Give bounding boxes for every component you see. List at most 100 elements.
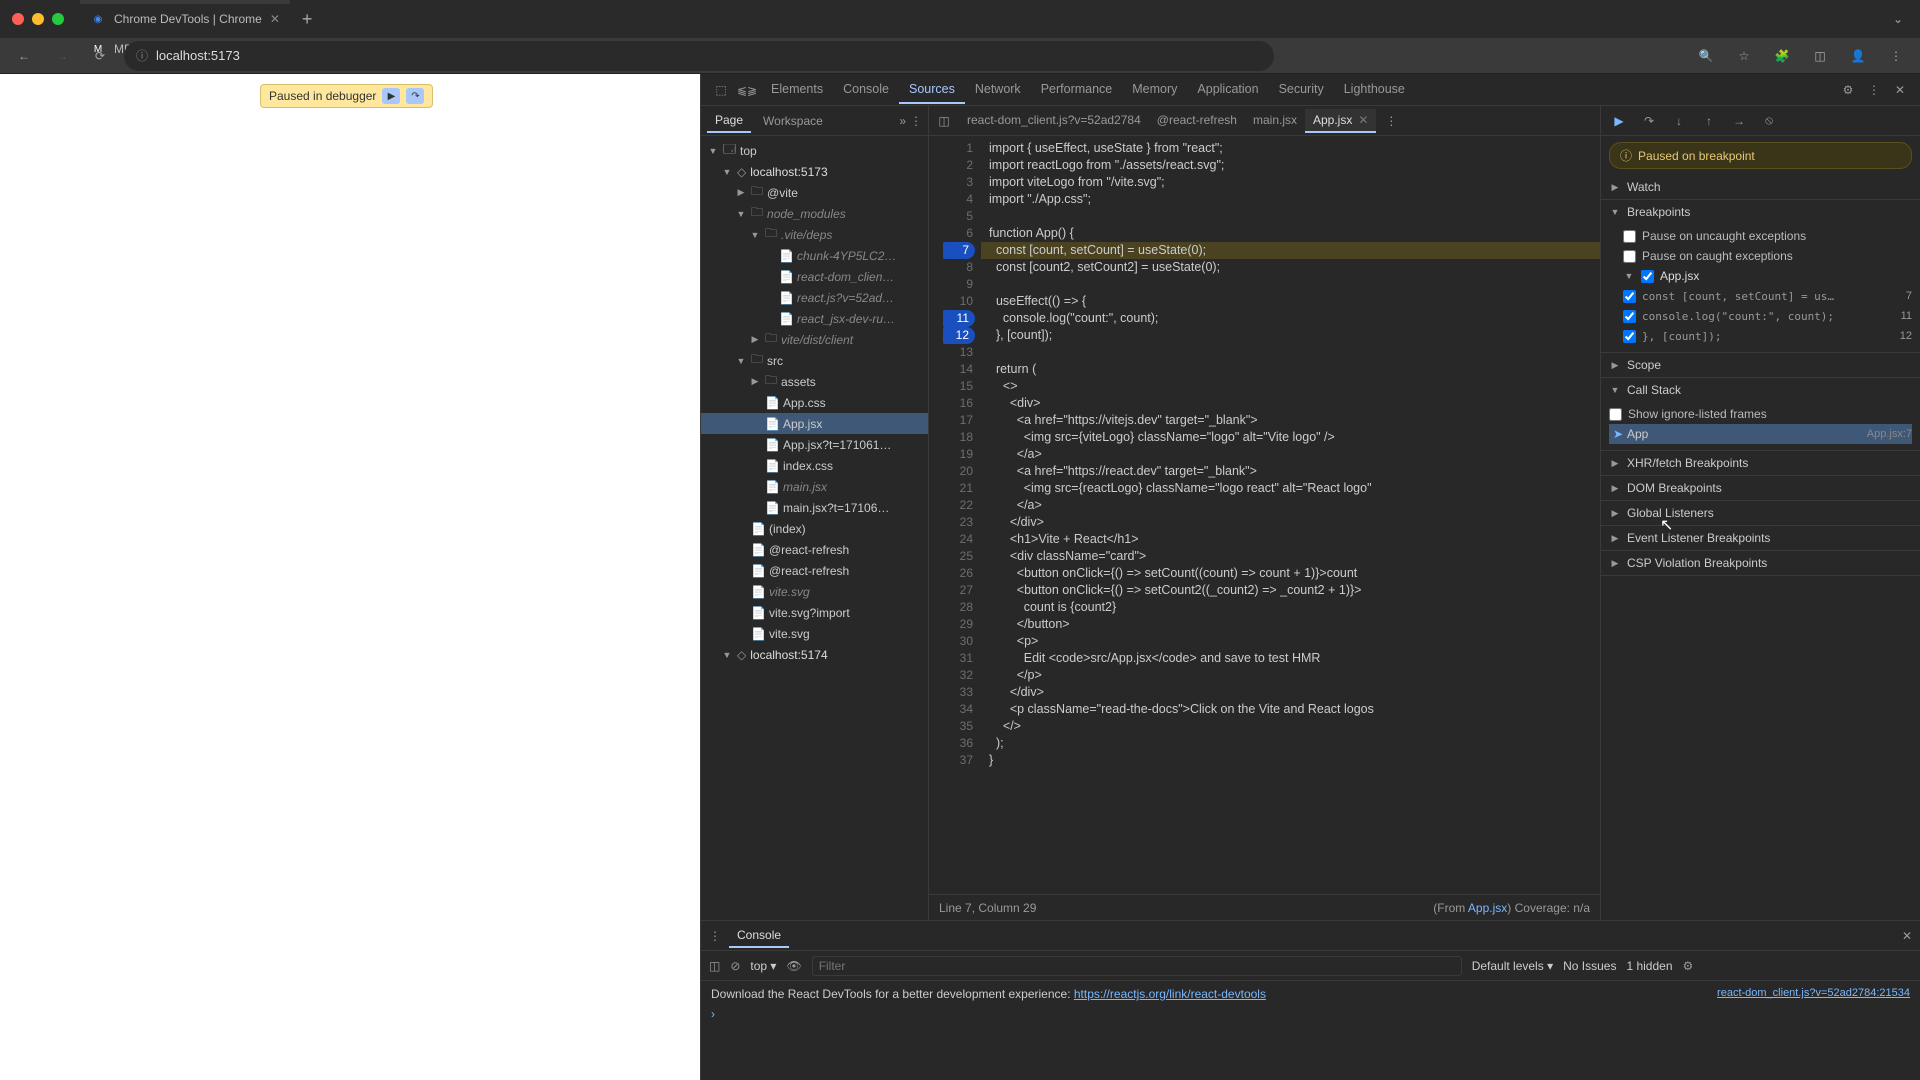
code-line[interactable]: useEffect(() => { <box>981 293 1600 310</box>
menu-icon[interactable]: ⋮ <box>1882 42 1910 70</box>
code-line[interactable]: function App() { <box>981 225 1600 242</box>
site-info-icon[interactable]: ⓘ <box>136 47 148 64</box>
dom-breakpoints-header[interactable]: ▶DOM Breakpoints <box>1601 476 1920 500</box>
address-field[interactable]: ⓘ <box>124 41 1274 71</box>
line-number[interactable]: 16 <box>929 395 973 412</box>
breakpoint-checkbox[interactable] <box>1623 290 1636 303</box>
log-levels-selector[interactable]: Default levels ▾ <box>1472 959 1553 973</box>
line-number[interactable]: 11 <box>943 310 975 327</box>
file-tree-file[interactable]: 📄@react-refresh <box>701 539 928 560</box>
file-tree-folder[interactable]: ▶🗀@vite <box>701 182 928 203</box>
file-tree-file[interactable]: 📄main.jsx?t=17106… <box>701 497 928 518</box>
code-line[interactable]: </a> <box>981 446 1600 463</box>
hidden-count[interactable]: 1 hidden <box>1626 959 1672 973</box>
toggle-navigator-icon[interactable]: ◫ <box>933 114 955 128</box>
file-tree-file[interactable]: 📄@react-refresh <box>701 560 928 581</box>
line-number[interactable]: 35 <box>929 718 973 735</box>
line-number[interactable]: 17 <box>929 412 973 429</box>
line-number[interactable]: 18 <box>929 429 973 446</box>
code-line[interactable]: Edit <code>src/App.jsx</code> and save t… <box>981 650 1600 667</box>
settings-icon[interactable]: ⚙ <box>1836 83 1860 97</box>
breakpoint-item[interactable]: const [count, setCount] = us…7 <box>1623 286 1912 306</box>
editor-more-icon[interactable]: ⋮ <box>1380 114 1402 128</box>
line-number[interactable]: 22 <box>929 497 973 514</box>
file-tree-file[interactable]: 📄App.jsx <box>701 413 928 434</box>
message-source-link[interactable]: react-dom_client.js?v=52ad2784:21534 <box>1717 987 1910 999</box>
console-prompt[interactable]: › <box>711 1007 1910 1021</box>
file-tree-file[interactable]: 📄App.jsx?t=171061… <box>701 434 928 455</box>
line-number[interactable]: 27 <box>929 582 973 599</box>
navigator-more-icon[interactable]: » <box>899 114 906 128</box>
line-number[interactable]: 34 <box>929 701 973 718</box>
code-line[interactable]: <button onClick={() => setCount2((_count… <box>981 582 1600 599</box>
step-button[interactable]: → <box>1727 114 1751 128</box>
code-line[interactable]: console.log("count:", count); <box>981 310 1600 327</box>
back-button[interactable]: ← <box>10 42 38 70</box>
code-line[interactable]: <div> <box>981 395 1600 412</box>
code-line[interactable]: }, [count]); <box>981 327 1600 344</box>
code-line[interactable]: </a> <box>981 497 1600 514</box>
line-number[interactable]: 24 <box>929 531 973 548</box>
file-tree-file[interactable]: 📄vite.svg?import <box>701 602 928 623</box>
line-number[interactable]: 5 <box>929 208 973 225</box>
line-number[interactable]: 25 <box>929 548 973 565</box>
devtools-tab-console[interactable]: Console <box>833 76 899 104</box>
code-line[interactable]: </> <box>981 718 1600 735</box>
maximize-window[interactable] <box>52 13 64 25</box>
step-over-button[interactable]: ↷ <box>1637 114 1661 128</box>
file-tree-file[interactable]: 📄vite.svg <box>701 623 928 644</box>
line-number[interactable]: 20 <box>929 463 973 480</box>
new-tab-button[interactable]: + <box>294 9 321 30</box>
extensions-icon[interactable]: 🧩 <box>1768 42 1796 70</box>
code-line[interactable]: import { useEffect, useState } from "rea… <box>981 140 1600 157</box>
code-line[interactable]: import "./App.css"; <box>981 191 1600 208</box>
editor-tab[interactable]: @react-refresh <box>1149 109 1245 133</box>
devtools-tab-network[interactable]: Network <box>965 76 1031 104</box>
file-tree-file[interactable]: 📄(index) <box>701 518 928 539</box>
csp-breakpoints-header[interactable]: ▶CSP Violation Breakpoints <box>1601 551 1920 575</box>
file-tree-file[interactable]: 📄react-dom_clien… <box>701 266 928 287</box>
source-link[interactable]: App.jsx <box>1468 901 1507 915</box>
file-tree-folder[interactable]: ▶🗀assets <box>701 371 928 392</box>
file-tree-file[interactable]: 📄main.jsx <box>701 476 928 497</box>
tab-console[interactable]: Console <box>729 924 789 948</box>
code-line[interactable] <box>981 276 1600 293</box>
line-number[interactable]: 10 <box>929 293 973 310</box>
xhr-breakpoints-header[interactable]: ▶XHR/fetch Breakpoints <box>1601 451 1920 475</box>
code-line[interactable]: <p> <box>981 633 1600 650</box>
line-number[interactable]: 32 <box>929 667 973 684</box>
code-line[interactable]: <img src={viteLogo} className="logo" alt… <box>981 429 1600 446</box>
file-tree[interactable]: ▼🗔top▼◇localhost:5173▶🗀@vite▼🗀node_modul… <box>701 136 928 920</box>
callstack-header[interactable]: ▼Call Stack <box>1601 378 1920 402</box>
step-out-button[interactable]: ↑ <box>1697 114 1721 128</box>
deactivate-breakpoints-button[interactable]: ⦸ <box>1757 113 1781 128</box>
scope-header[interactable]: ▶Scope <box>1601 353 1920 377</box>
close-drawer-icon[interactable]: ✕ <box>1902 929 1912 943</box>
breakpoint-checkbox[interactable] <box>1623 310 1636 323</box>
line-number[interactable]: 14 <box>929 361 973 378</box>
code-line[interactable]: <a href="https://react.dev" target="_bla… <box>981 463 1600 480</box>
code-editor[interactable]: 1234567891011121314151617181920212223242… <box>929 136 1600 894</box>
console-link[interactable]: https://reactjs.org/link/react-devtools <box>1074 987 1266 1001</box>
close-tab-icon[interactable]: ✕ <box>270 12 280 26</box>
code-line[interactable] <box>981 208 1600 225</box>
inspect-element-icon[interactable]: ⬚ <box>709 83 733 97</box>
devtools-tab-memory[interactable]: Memory <box>1122 76 1187 104</box>
device-mode-icon[interactable]: ⫹⫺ <box>735 83 759 97</box>
pause-caught-checkbox[interactable]: Pause on caught exceptions <box>1623 246 1912 266</box>
console-output[interactable]: react-dom_client.js?v=52ad2784:21534 Dow… <box>701 981 1920 1080</box>
code-line[interactable]: count is {count2} <box>981 599 1600 616</box>
file-tree-folder[interactable]: ▶🗀vite/dist/client <box>701 329 928 350</box>
line-number[interactable]: 23 <box>929 514 973 531</box>
file-tree-file[interactable]: 📄react_jsx-dev-ru… <box>701 308 928 329</box>
devtools-tab-sources[interactable]: Sources <box>899 76 965 104</box>
console-settings-icon[interactable]: ⚙ <box>1683 959 1694 973</box>
code-line[interactable]: <button onClick={() => setCount((count) … <box>981 565 1600 582</box>
live-expression-icon[interactable]: 👁 <box>786 959 801 973</box>
line-number[interactable]: 31 <box>929 650 973 667</box>
editor-tab[interactable]: main.jsx <box>1245 109 1305 133</box>
code-line[interactable]: </button> <box>981 616 1600 633</box>
file-tree-file[interactable]: 📄react.js?v=52ad… <box>701 287 928 308</box>
code-line[interactable]: </div> <box>981 514 1600 531</box>
code-line[interactable]: <a href="https://vitejs.dev" target="_bl… <box>981 412 1600 429</box>
